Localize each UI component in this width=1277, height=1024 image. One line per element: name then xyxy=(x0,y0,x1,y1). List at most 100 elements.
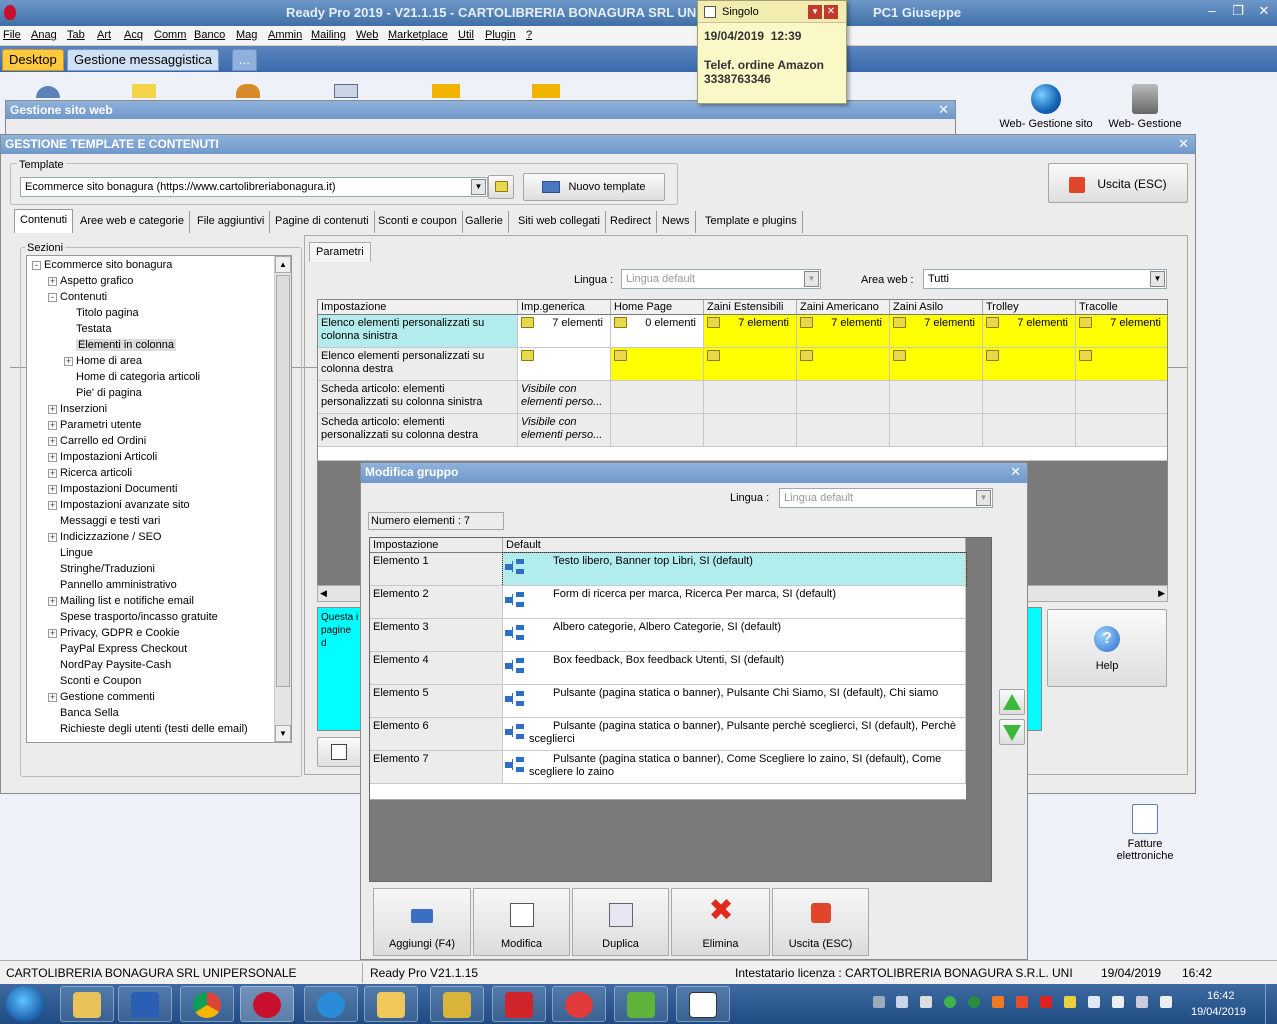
tab-aree-web-e-categorie[interactable]: Aree web e categorie xyxy=(75,211,190,233)
folder-icon[interactable] xyxy=(707,350,720,361)
grid-cell[interactable] xyxy=(704,414,797,447)
tree-item[interactable]: Contenuti xyxy=(60,291,107,303)
clock-icon[interactable] xyxy=(36,86,60,98)
grid-cell[interactable] xyxy=(797,348,890,381)
collapse-icon[interactable]: - xyxy=(48,293,57,302)
tree-item[interactable]: Home di categoria articoli xyxy=(76,371,200,383)
grid-cell[interactable] xyxy=(1076,381,1167,414)
grid-cell[interactable] xyxy=(797,414,890,447)
elementi-header[interactable]: Impostazione xyxy=(370,538,503,552)
scroll-up-icon[interactable]: ▲ xyxy=(275,256,291,273)
grid-row-label[interactable]: Scheda articolo: elementi personalizzati… xyxy=(318,414,518,447)
duplica-button[interactable]: Duplica xyxy=(572,888,669,956)
uscita-dialog-button[interactable]: Uscita (ESC) xyxy=(772,888,869,956)
chevron-down-icon[interactable]: ▼ xyxy=(976,490,991,506)
grid-header[interactable]: Home Page xyxy=(611,300,704,314)
edit-button[interactable] xyxy=(317,737,361,767)
menu-util[interactable]: Util xyxy=(458,29,474,41)
grid-cell[interactable] xyxy=(1076,348,1167,381)
grid-cell[interactable] xyxy=(983,348,1076,381)
grid-cell[interactable] xyxy=(1076,414,1167,447)
elemento-name[interactable]: Elemento 7 xyxy=(370,751,503,784)
volume-icon[interactable] xyxy=(1160,996,1172,1008)
menu-ammin[interactable]: Ammin xyxy=(268,29,302,41)
taskbar-ie[interactable] xyxy=(304,986,358,1022)
grid-cell[interactable] xyxy=(983,414,1076,447)
open-folder-button[interactable] xyxy=(488,175,514,199)
grid-cell[interactable]: Visibile con elementi perso... xyxy=(518,381,611,414)
folder-icon[interactable] xyxy=(893,317,906,328)
menu-comm[interactable]: Comm xyxy=(154,29,186,41)
grid-cell[interactable] xyxy=(611,414,704,447)
tab-sconti-e-coupon[interactable]: Sconti e coupon xyxy=(373,211,463,233)
tree-item[interactable]: Stringhe/Traduzioni xyxy=(60,563,155,575)
grid-cell[interactable] xyxy=(704,348,797,381)
folder-icon[interactable] xyxy=(1079,350,1092,361)
taskbar-file-explorer[interactable] xyxy=(364,986,418,1022)
elemento-name[interactable]: Elemento 4 xyxy=(370,652,503,685)
parametri-tab[interactable]: Parametri xyxy=(309,242,371,262)
tree-item[interactable]: Indicizzazione / SEO xyxy=(60,531,162,543)
tray-icon-6[interactable] xyxy=(992,996,1004,1008)
document-icon[interactable] xyxy=(334,84,358,98)
move-down-button[interactable] xyxy=(999,719,1025,745)
elemento-value[interactable]: Pulsante (pagina statica o banner), Come… xyxy=(503,751,966,784)
expand-icon[interactable]: + xyxy=(64,357,73,366)
tab-file-aggiuntivi[interactable]: File aggiuntivi xyxy=(192,211,271,233)
template-select[interactable]: Ecommerce sito bonagura (https://www.car… xyxy=(20,177,488,197)
taskbar-app-red[interactable] xyxy=(552,986,606,1022)
menu-marketplace[interactable]: Marketplace xyxy=(388,29,448,41)
elemento-name[interactable]: Elemento 6 xyxy=(370,718,503,751)
user-icon[interactable] xyxy=(236,84,260,98)
lingua-select[interactable]: Lingua default ▼ xyxy=(621,269,821,289)
chevron-down-icon[interactable]: ▼ xyxy=(471,179,486,195)
grid-cell[interactable] xyxy=(704,381,797,414)
tab-pagine-di-contenuti[interactable]: Pagine di contenuti xyxy=(270,211,375,233)
flag-icon[interactable] xyxy=(1112,996,1124,1008)
elemento-value[interactable]: Pulsante (pagina statica o banner), Puls… xyxy=(503,718,966,751)
uscita-button[interactable]: Uscita (ESC) xyxy=(1048,163,1188,203)
taskbar-app-green[interactable] xyxy=(614,986,668,1022)
clock-date[interactable]: 19/04/2019 xyxy=(1191,1006,1246,1018)
folder-icon[interactable] xyxy=(893,350,906,361)
expand-icon[interactable]: + xyxy=(48,421,57,430)
tab-redirect[interactable]: Redirect xyxy=(605,211,657,233)
tree-item[interactable]: Carrello ed Ordini xyxy=(60,435,146,447)
tray-icon-7[interactable] xyxy=(1016,996,1028,1008)
expand-icon[interactable]: + xyxy=(48,629,57,638)
tree-item[interactable]: Spese trasporto/incasso gratuite xyxy=(60,611,218,623)
elemento-value[interactable]: Testo libero, Banner top Libri, SI (defa… xyxy=(502,552,967,587)
grid-header[interactable]: Zaini Asilo xyxy=(890,300,983,314)
move-up-button[interactable] xyxy=(999,689,1025,715)
grid-cell[interactable]: 0 elementi xyxy=(611,315,704,348)
expand-icon[interactable]: + xyxy=(48,485,57,494)
menu-acq[interactable]: Acq xyxy=(124,29,143,41)
grid-header[interactable]: Zaini Americano xyxy=(797,300,890,314)
aggiungi-button[interactable]: Aggiungi (F4) xyxy=(373,888,471,956)
tab-desktop[interactable]: Desktop xyxy=(2,49,64,71)
default-header[interactable]: Default xyxy=(503,538,966,552)
modifica-lingua-select[interactable]: Lingua default ▼ xyxy=(779,488,993,508)
menu-mailing[interactable]: Mailing xyxy=(311,29,346,41)
grid-row-label[interactable]: Scheda articolo: elementi personalizzati… xyxy=(318,381,518,414)
tree-item[interactable]: Messaggi e testi vari xyxy=(60,515,160,527)
tab-contenuti[interactable]: Contenuti xyxy=(14,209,74,233)
tab-template-e-plugins[interactable]: Template e plugins xyxy=(700,211,803,233)
tray-icon-9[interactable] xyxy=(1064,996,1076,1008)
tab-news[interactable]: News xyxy=(657,211,696,233)
chevron-down-icon[interactable]: ▼ xyxy=(804,271,819,287)
elemento-name[interactable]: Elemento 3 xyxy=(370,619,503,652)
tray-icon-3[interactable] xyxy=(920,996,932,1008)
grid-cell[interactable] xyxy=(890,381,983,414)
expand-icon[interactable]: + xyxy=(48,501,57,510)
grid-cell[interactable]: 7 elementi xyxy=(983,315,1076,348)
folder-icon[interactable] xyxy=(614,350,627,361)
tree-item[interactable]: Parametri utente xyxy=(60,419,141,431)
menu-banco[interactable]: Banco xyxy=(194,29,225,41)
tree-item[interactable]: Privacy, GDPR e Cookie xyxy=(60,627,180,639)
tree-item[interactable]: Pie' di pagina xyxy=(76,387,142,399)
elemento-value[interactable]: Albero categorie, Albero Categorie, SI (… xyxy=(503,619,966,652)
tree-scrollbar[interactable]: ▲ ▼ xyxy=(274,256,291,742)
expand-icon[interactable]: + xyxy=(48,597,57,606)
grid-header[interactable]: Tracolle xyxy=(1076,300,1167,314)
